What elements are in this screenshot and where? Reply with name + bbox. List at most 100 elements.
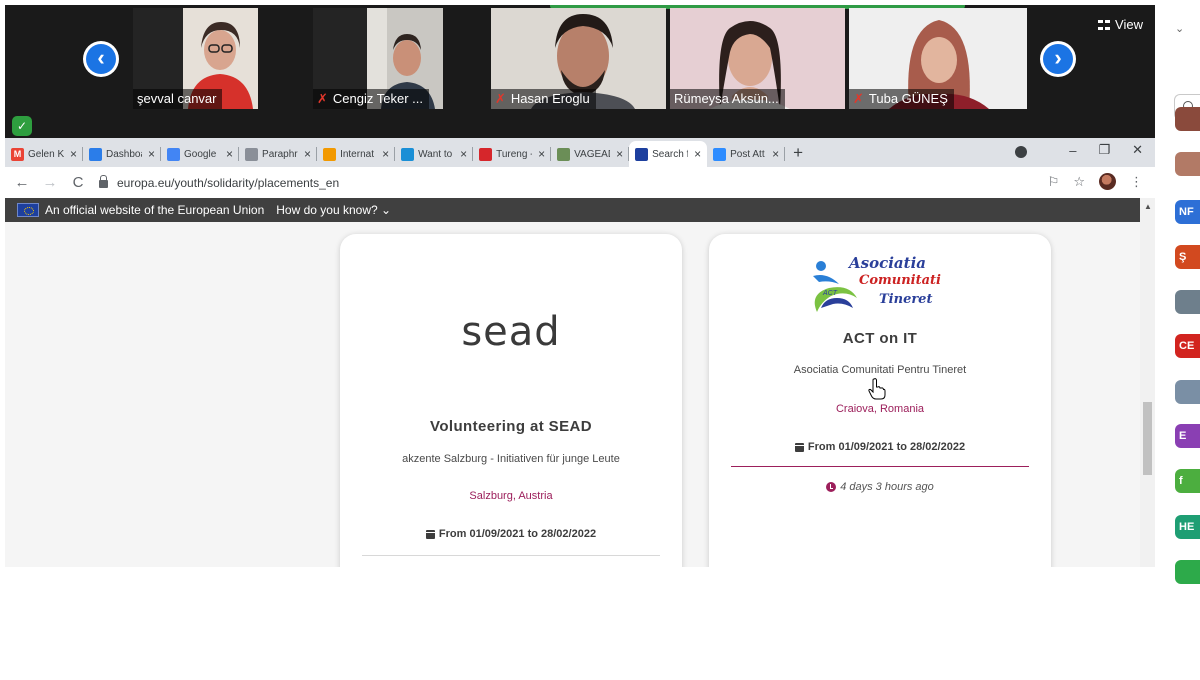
- participant-name-bar: Rümeysa Aksün...: [670, 89, 785, 109]
- participant-photo-avatar[interactable]: [1175, 380, 1200, 404]
- tab-close-icon[interactable]: ×: [616, 147, 623, 161]
- participant-initials-avatar[interactable]: f: [1175, 469, 1200, 493]
- profile-avatar-icon[interactable]: [1099, 173, 1116, 190]
- scroll-thumb[interactable]: [1143, 402, 1152, 475]
- participant-tile[interactable]: ✗ Hasan Eroglu: [491, 8, 666, 109]
- lock-icon[interactable]: [99, 175, 108, 188]
- card-title[interactable]: ACT on IT: [709, 330, 1051, 347]
- participant-tile[interactable]: ✗ Tuba GÜNEŞ: [849, 8, 1027, 109]
- browser-tab[interactable]: Post Att ×: [707, 141, 786, 167]
- participant-initials-avatar[interactable]: [1175, 560, 1200, 584]
- participant-name: şevval canvar: [137, 91, 217, 106]
- chevron-down-icon[interactable]: ⌄: [1175, 22, 1184, 35]
- tab-close-icon[interactable]: ×: [304, 147, 311, 161]
- card-dates-text: From 01/09/2021 to 28/02/2022: [807, 441, 966, 453]
- participant-name: Hasan Eroglu: [510, 91, 590, 106]
- view-button[interactable]: View: [1098, 17, 1143, 32]
- address-bar[interactable]: europa.eu/youth/solidarity/placements_en: [99, 175, 339, 190]
- participant-photo-avatar[interactable]: [1175, 107, 1200, 131]
- dashboard-icon: [89, 147, 103, 161]
- more-menu-icon[interactable]: ⋮: [1130, 174, 1143, 190]
- browser-tab[interactable]: Internat ×: [317, 141, 396, 167]
- sead-logo: sead: [461, 309, 561, 355]
- tab-title: Post Att: [730, 148, 765, 160]
- reload-icon[interactable]: C: [67, 174, 89, 191]
- browser-tab[interactable]: VAGEAD ×: [551, 141, 630, 167]
- tab-close-icon[interactable]: ×: [148, 147, 155, 161]
- participant-initials-avatar[interactable]: Ş: [1175, 245, 1200, 269]
- participant-tile[interactable]: ✗ Cengiz Teker ...: [313, 8, 443, 109]
- tab-close-icon[interactable]: ×: [226, 147, 233, 161]
- chevron-down-icon: ⌄: [381, 203, 392, 217]
- browser-tab[interactable]: Paraphra ×: [239, 141, 318, 167]
- browser-tab[interactable]: Dashboa ×: [83, 141, 162, 167]
- participant-initials-avatar[interactable]: HE: [1175, 515, 1200, 539]
- window-controls: – ❐ ✕: [1069, 142, 1143, 158]
- participant-name: Rümeysa Aksün...: [674, 91, 779, 106]
- card-location: Salzburg, Austria: [469, 490, 553, 502]
- participant-name-bar: ✗ Hasan Eroglu: [491, 89, 596, 109]
- participant-name: Cengiz Teker ...: [332, 91, 423, 106]
- participant-initials-avatar[interactable]: CE: [1175, 334, 1200, 358]
- browser-tab[interactable]: Tureng - ×: [473, 141, 552, 167]
- participant-initials-avatar[interactable]: NF: [1175, 200, 1200, 224]
- gallery-next-button[interactable]: ›: [1040, 41, 1076, 77]
- calendar-icon: [794, 442, 804, 452]
- eu-official-banner: An official website of the European Unio…: [5, 198, 1140, 222]
- page-scrollbar[interactable]: ▲: [1140, 198, 1155, 567]
- minimize-icon[interactable]: –: [1069, 143, 1076, 158]
- participant-photo-avatar[interactable]: [1175, 152, 1200, 176]
- participant-name-bar: ✗ Tuba GÜNEŞ: [849, 89, 954, 109]
- translate-icon[interactable]: ⚐: [1048, 174, 1060, 190]
- placement-card[interactable]: sead Volunteering at SEAD akzente Salzbu…: [340, 234, 682, 567]
- back-icon[interactable]: ←: [11, 174, 33, 191]
- how-do-you-know-toggle[interactable]: How do you know? ⌄: [276, 203, 391, 217]
- tab-title: Internat: [340, 148, 374, 160]
- tab-title: Google: [184, 148, 217, 160]
- tab-close-icon[interactable]: ×: [460, 147, 467, 161]
- card-dates-text: From 01/09/2021 to 28/02/2022: [438, 528, 597, 540]
- new-tab-button[interactable]: +: [785, 141, 811, 167]
- card-divider: [731, 466, 1029, 467]
- security-shield-icon: ✓: [12, 116, 32, 136]
- close-window-icon[interactable]: ✕: [1132, 142, 1143, 158]
- forward-icon[interactable]: →: [39, 174, 61, 191]
- browser-tab[interactable]: Want to ×: [395, 141, 474, 167]
- tab-close-icon[interactable]: ×: [772, 147, 779, 161]
- act-logo-text: Comunitati: [859, 273, 941, 288]
- participant-photo-avatar[interactable]: [1175, 290, 1200, 314]
- mic-muted-icon: ✗: [317, 91, 328, 106]
- card-location: Craiova, Romania: [835, 403, 925, 415]
- card-divider: [362, 555, 660, 556]
- toolbar-actions: ⚐ ☆ ⋮: [1048, 173, 1143, 190]
- tab-close-icon[interactable]: ×: [694, 147, 701, 161]
- page-viewport: An official website of the European Unio…: [5, 198, 1155, 567]
- tab-title: Gelen Ku: [28, 148, 64, 160]
- restore-icon[interactable]: ❐: [1098, 142, 1110, 158]
- tab-search-icon[interactable]: [1015, 146, 1027, 158]
- placement-card[interactable]: ACT Asociatia Comunitati Tineret ACT on …: [709, 234, 1051, 567]
- tureng-icon: [479, 147, 493, 161]
- hand-cursor-icon: [868, 378, 886, 400]
- card-dates: From 01/09/2021 to 28/02/2022: [340, 528, 682, 540]
- participant-tile[interactable]: Rümeysa Aksün...: [670, 8, 845, 109]
- tab-list: MGelen Ku×Dashboa×Google×Paraphra×Intern…: [5, 141, 786, 167]
- tab-separator: [784, 147, 786, 161]
- gallery-prev-button[interactable]: ‹: [83, 41, 119, 77]
- tab-close-icon[interactable]: ×: [382, 147, 389, 161]
- bookmark-star-icon[interactable]: ☆: [1073, 174, 1085, 190]
- participant-tile[interactable]: şevval canvar: [133, 8, 258, 109]
- zoom-gallery-strip: ‹ şevval canvar ✗ Cengiz Teker ... ✗ Has…: [5, 5, 1155, 138]
- how-do-you-know-label: How do you know?: [276, 203, 378, 217]
- card-title[interactable]: Volunteering at SEAD: [340, 418, 682, 435]
- tab-close-icon[interactable]: ×: [70, 147, 77, 161]
- mic-muted-icon: ✗: [853, 91, 864, 106]
- browser-tab[interactable]: Google ×: [161, 141, 240, 167]
- scroll-up-arrow-icon[interactable]: ▲: [1144, 202, 1152, 211]
- browser-tab[interactable]: M Gelen Ku ×: [5, 141, 84, 167]
- act-logo-text: Asociatia: [849, 254, 926, 272]
- eu-official-text: An official website of the European Unio…: [45, 203, 265, 217]
- participant-initials-avatar[interactable]: E: [1175, 424, 1200, 448]
- tab-close-icon[interactable]: ×: [538, 147, 545, 161]
- browser-tab[interactable]: Search f ×: [629, 141, 708, 167]
